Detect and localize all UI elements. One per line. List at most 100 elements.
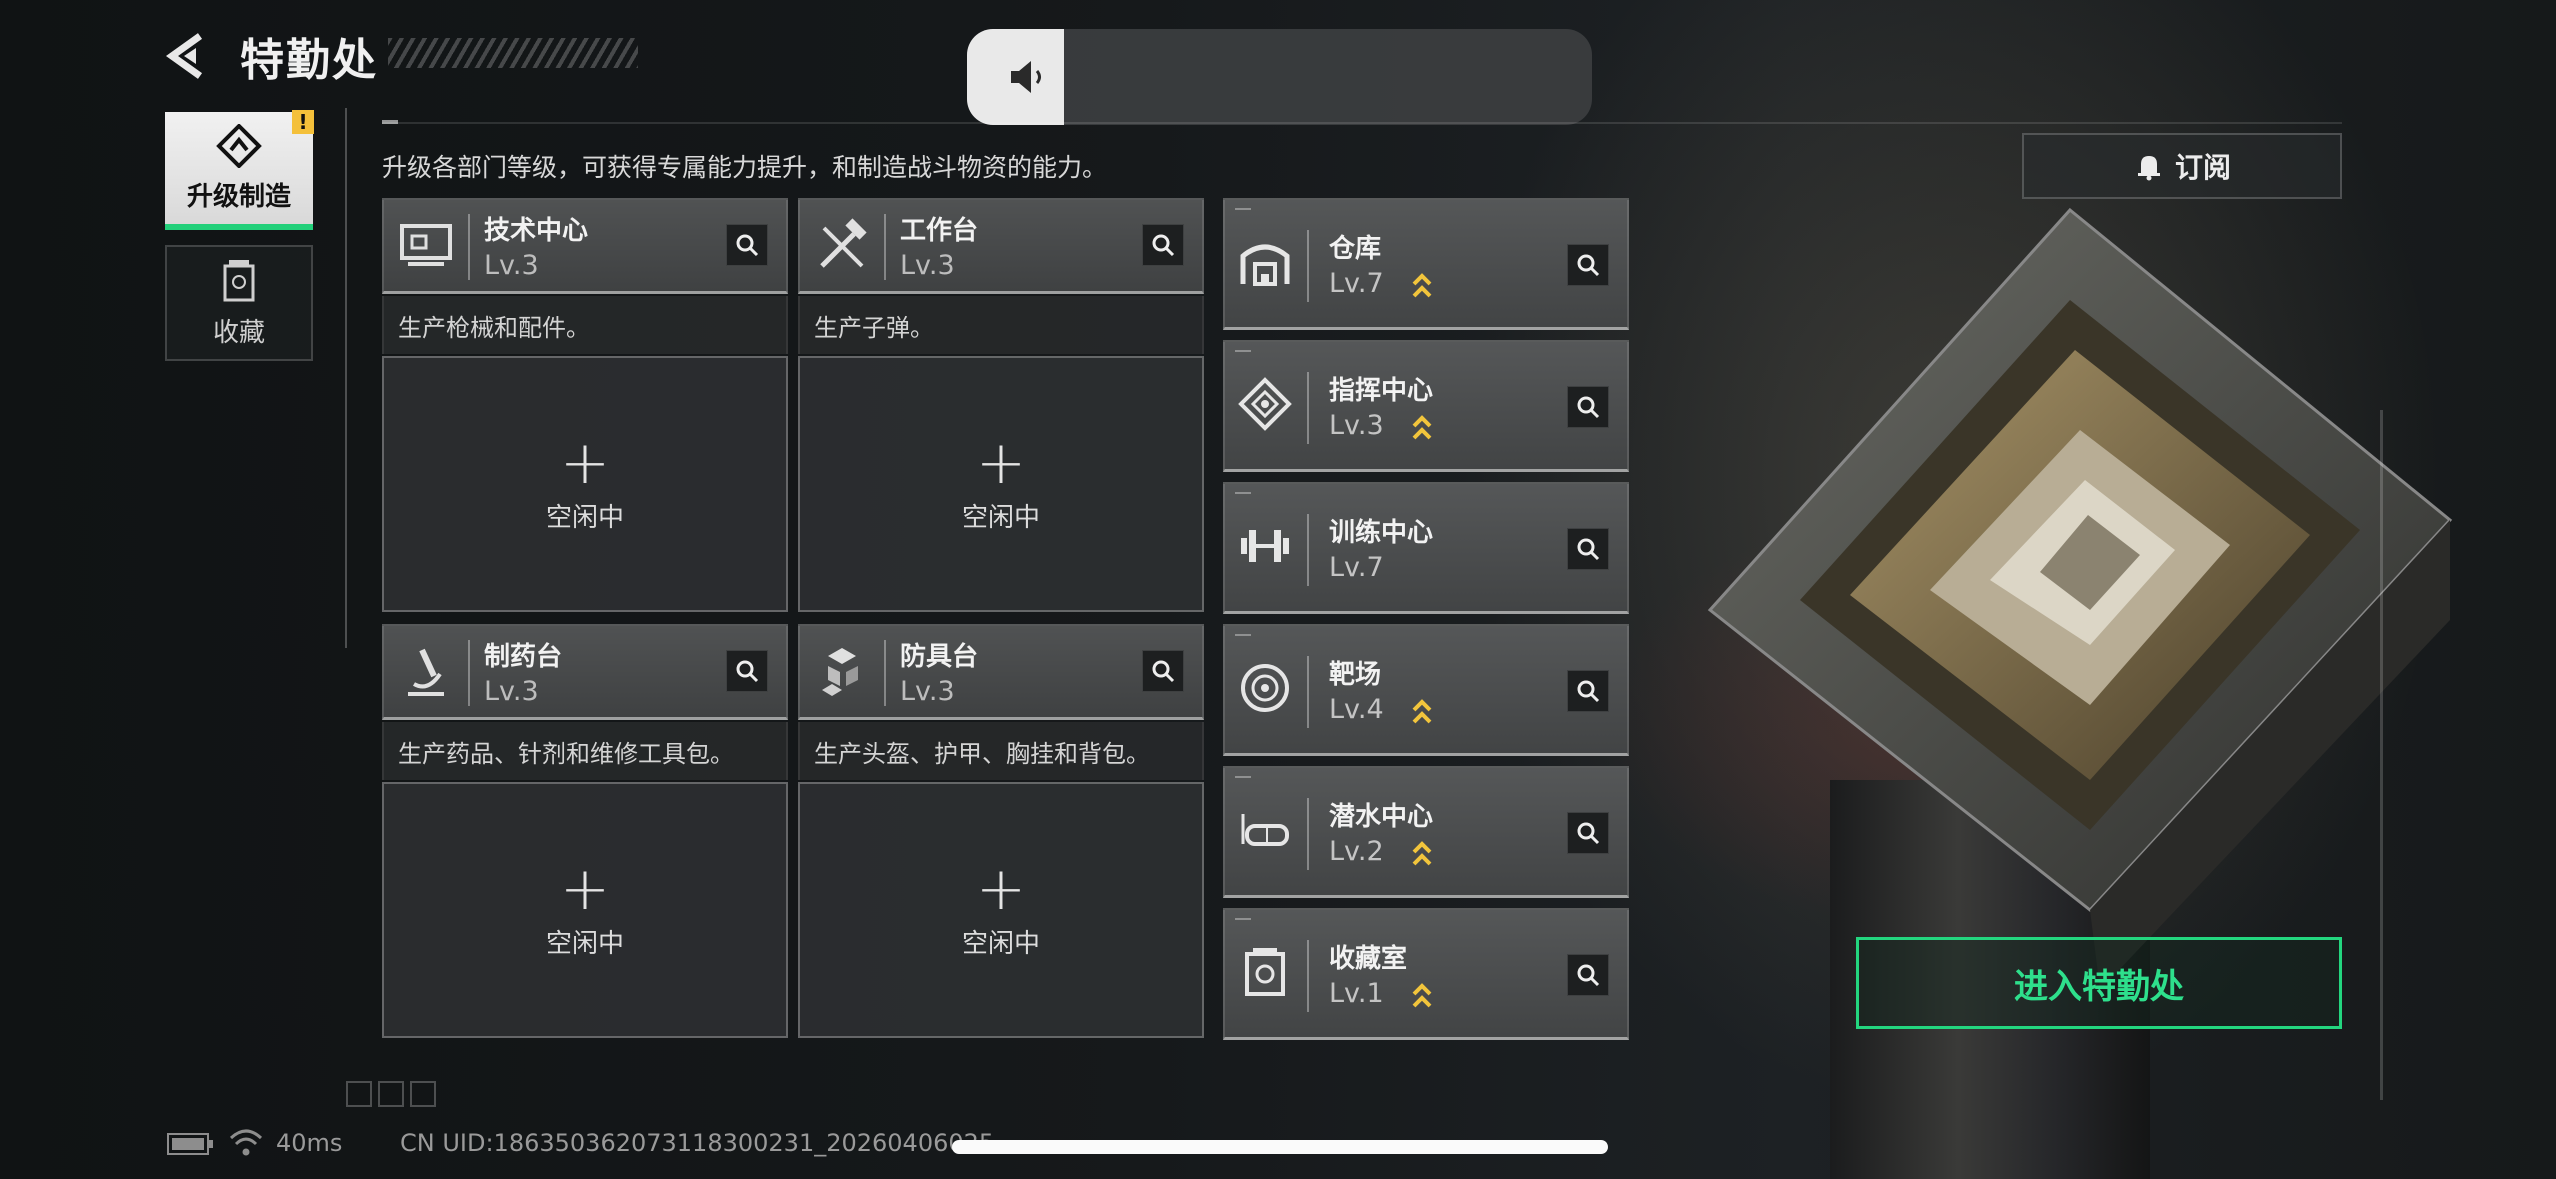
facility-level: Lv.1 bbox=[1329, 978, 1384, 1009]
microscope-icon bbox=[408, 648, 444, 696]
facility-description: 生产药品、针剂和维修工具包。 bbox=[382, 722, 788, 780]
production-slot[interactable]: + 空闲中 bbox=[382, 782, 788, 1038]
facility-description: 生产子弹。 bbox=[798, 296, 1204, 354]
add-plus-icon: + bbox=[559, 853, 611, 924]
search-icon bbox=[1152, 234, 1175, 257]
facility-row-diving-center[interactable]: 潜水中心 Lv.2 bbox=[1223, 766, 1629, 898]
slot-status: 空闲中 bbox=[961, 928, 1040, 959]
card-header[interactable]: 防具台 Lv.3 bbox=[798, 624, 1204, 720]
subscribe-button[interactable]: 订阅 bbox=[2022, 133, 2342, 199]
facility-level: Lv.4 bbox=[1329, 694, 1384, 725]
content-top-divider bbox=[382, 122, 2342, 124]
page-description: 升级各部门等级，可获得专属能力提升，和制造战斗物资的能力。 bbox=[382, 153, 1108, 182]
search-button[interactable] bbox=[726, 224, 768, 266]
facility-name: 训练中心 bbox=[1329, 518, 1434, 548]
upgrade-available-icon bbox=[1412, 273, 1432, 298]
facility-name: 指挥中心 bbox=[1329, 376, 1434, 406]
monitor-icon bbox=[400, 224, 452, 266]
command-icon bbox=[1238, 377, 1292, 431]
diving-mask-icon bbox=[1241, 814, 1289, 846]
row-mark bbox=[1235, 350, 1251, 352]
warehouse-icon bbox=[1240, 244, 1290, 286]
card-header[interactable]: 工作台 Lv.3 bbox=[798, 198, 1204, 294]
back-arrow-icon[interactable] bbox=[160, 28, 216, 84]
facility-level: Lv.2 bbox=[1329, 836, 1384, 867]
search-button[interactable] bbox=[1567, 812, 1609, 854]
facility-row-shooting-range[interactable]: 靶场 Lv.4 bbox=[1223, 624, 1629, 756]
target-icon bbox=[1241, 664, 1289, 712]
card-divider bbox=[884, 640, 886, 706]
slot-status: 空闲中 bbox=[961, 502, 1040, 533]
add-plus-icon: + bbox=[975, 427, 1027, 498]
uid-readout: CN UID:1863503620731183002​31_2026040602… bbox=[400, 1129, 995, 1157]
upgrade-available-icon bbox=[1412, 983, 1432, 1008]
row-mark bbox=[1235, 776, 1251, 778]
search-icon bbox=[1577, 680, 1600, 703]
slot-status: 空闲中 bbox=[545, 928, 624, 959]
title-stripe-decoration bbox=[388, 38, 638, 68]
decor-squares bbox=[346, 1081, 436, 1107]
armor-icon bbox=[822, 648, 858, 696]
search-button[interactable] bbox=[1567, 528, 1609, 570]
upgrade-icon bbox=[216, 123, 262, 168]
search-button[interactable] bbox=[1567, 244, 1609, 286]
search-button[interactable] bbox=[1142, 650, 1184, 692]
add-plus-icon: + bbox=[975, 853, 1027, 924]
production-slot[interactable]: + 空闲中 bbox=[382, 356, 788, 612]
facility-row-collection-room[interactable]: 收藏室 Lv.1 bbox=[1223, 908, 1629, 1040]
facility-description: 生产头盔、护甲、胸挂和背包。 bbox=[798, 722, 1204, 780]
row-mark bbox=[1235, 492, 1251, 494]
upgrade-available-icon bbox=[1412, 415, 1432, 440]
card-divider bbox=[1307, 798, 1309, 870]
facility-level: Lv.7 bbox=[1329, 552, 1384, 583]
tab-collection[interactable]: 收藏 bbox=[165, 245, 313, 361]
search-button[interactable] bbox=[726, 650, 768, 692]
facility-name: 潜水中心 bbox=[1329, 802, 1434, 832]
enter-special-ops-button[interactable]: 进入特勤处 bbox=[1856, 937, 2342, 1029]
scaffold-line bbox=[2380, 410, 2383, 1100]
card-divider bbox=[468, 214, 470, 280]
slot-status: 空闲中 bbox=[545, 502, 624, 533]
search-icon bbox=[1577, 964, 1600, 987]
upgrade-available-icon bbox=[1412, 699, 1432, 724]
card-divider bbox=[1307, 514, 1309, 586]
wifi-icon bbox=[229, 1129, 263, 1156]
search-button[interactable] bbox=[1567, 386, 1609, 428]
facility-level: Lv.7 bbox=[1329, 268, 1384, 299]
speaker-icon bbox=[1011, 61, 1041, 93]
battery-icon bbox=[167, 1133, 213, 1155]
facility-level: Lv.3 bbox=[484, 676, 539, 707]
facility-row-warehouse[interactable]: 仓库 Lv.7 bbox=[1223, 198, 1629, 330]
collection-room-icon bbox=[1245, 948, 1285, 996]
production-slot[interactable]: + 空闲中 bbox=[798, 782, 1204, 1038]
search-button[interactable] bbox=[1567, 954, 1609, 996]
card-header[interactable]: 技术中心 Lv.3 bbox=[382, 198, 788, 294]
production-slot[interactable]: + 空闲中 bbox=[798, 356, 1204, 612]
tab-rail-divider bbox=[345, 108, 347, 648]
facility-row-command-center[interactable]: 指挥中心 Lv.3 bbox=[1223, 340, 1629, 472]
search-icon bbox=[736, 234, 759, 257]
search-icon bbox=[1152, 660, 1175, 683]
card-divider bbox=[884, 214, 886, 280]
search-button[interactable] bbox=[1567, 670, 1609, 712]
alert-badge: ! bbox=[292, 110, 314, 134]
facility-level: Lv.3 bbox=[1329, 410, 1384, 441]
card-header[interactable]: 制药台 Lv.3 bbox=[382, 624, 788, 720]
search-button[interactable] bbox=[1142, 224, 1184, 266]
facility-name: 防具台 bbox=[900, 642, 979, 672]
facility-level: Lv.3 bbox=[484, 250, 539, 281]
bell-icon bbox=[2137, 156, 2160, 181]
tab-label: 升级制造 bbox=[186, 181, 291, 212]
facility-name: 收藏室 bbox=[1329, 944, 1408, 974]
card-divider bbox=[468, 640, 470, 706]
facility-name: 工作台 bbox=[900, 216, 979, 246]
row-mark bbox=[1235, 918, 1251, 920]
facility-level: Lv.3 bbox=[900, 250, 955, 281]
enter-label: 进入特勤处 bbox=[2014, 966, 2184, 1007]
card-divider bbox=[1307, 372, 1309, 444]
home-indicator[interactable] bbox=[952, 1140, 1608, 1154]
facility-row-training-center[interactable]: 训练中心 Lv.7 bbox=[1223, 482, 1629, 614]
search-icon bbox=[1577, 396, 1600, 419]
tab-upgrade-manufacture[interactable]: 升级制造 bbox=[165, 112, 313, 230]
search-icon bbox=[736, 660, 759, 683]
